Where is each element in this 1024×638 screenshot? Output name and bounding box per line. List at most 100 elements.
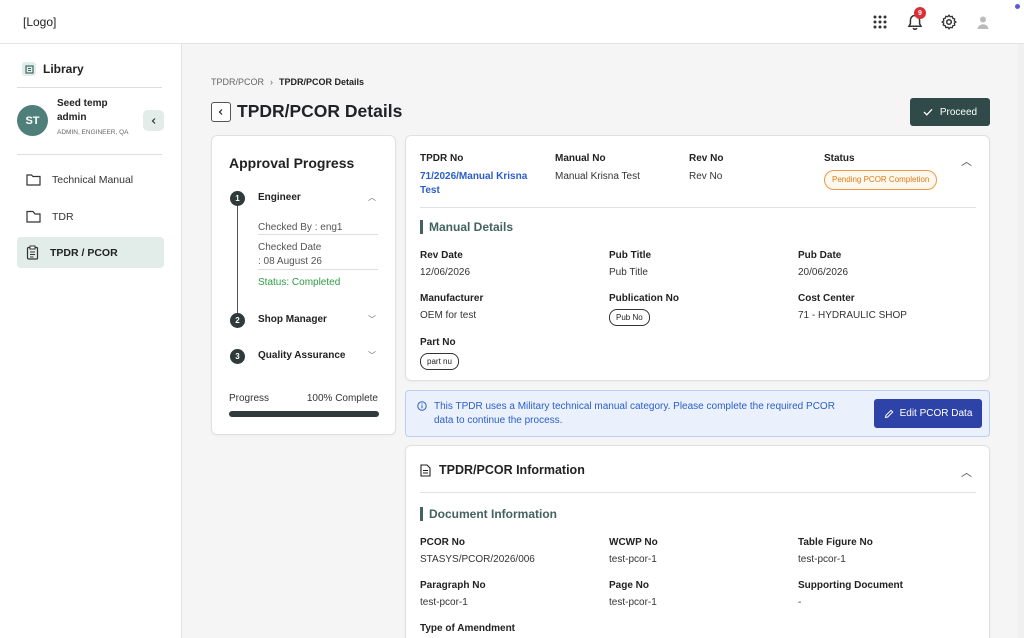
sidebar-item-label: TPDR / PCOR [50,246,118,259]
divider [420,492,976,493]
sidebar-item-tdr[interactable]: TDR [17,201,164,232]
manual-no-value: Manual Krisna Test [555,171,640,182]
field-value: test-pcor-1 [420,597,468,608]
scrollbar[interactable] [1018,44,1024,638]
rev-date-field: Rev Date 12/06/2026 [420,249,470,279]
pcor-information-card: TPDR/PCOR Information ︿ Document Informa… [405,445,990,638]
field-value: test-pcor-1 [609,554,657,565]
step-label-quality-assurance[interactable]: Quality Assurance [258,350,345,361]
divider [258,234,378,235]
manufacturer-field: Manufacturer OEM for test [420,292,483,322]
step-number: 2 [230,313,245,328]
pencil-icon [884,409,894,418]
field-label: Pub Date [798,250,842,261]
avatar[interactable]: ST [17,105,48,136]
breadcrumb-parent[interactable]: TPDR/PCOR [211,77,264,87]
user-name: Seed temp admin [57,98,108,123]
chevron-down-icon[interactable]: ﹀ [368,314,376,325]
field-label: Rev Date [420,250,463,261]
divider [17,154,162,155]
field-label: Pub Title [609,250,652,261]
pcor-info-alert: This TPDR uses a Military technical manu… [405,390,990,437]
field-value: STASYS/PCOR/2026/006 [420,554,535,565]
section-title-text: Document Information [429,507,557,521]
status-badge: Pending PCOR Completion [824,170,938,190]
field-label: WCWP No [609,537,658,548]
rev-no-col: Rev No Rev No [689,152,723,184]
info-message: This TPDR uses a Military technical manu… [434,401,835,426]
document-information-title: Document Information [420,507,557,521]
field-label: Paragraph No [420,580,486,591]
gear-icon[interactable] [938,11,960,33]
library-title: Library [43,62,84,76]
bell-icon[interactable]: 9 [904,7,926,33]
part-no-tag: part nu [420,353,459,370]
collapse-sidebar-button[interactable] [143,110,164,131]
collapse-chevron-up-icon[interactable]: ︿ [961,153,972,169]
proceed-button[interactable]: Proceed [910,98,990,126]
library-header: Library [22,62,84,76]
field-label: Supporting Document [798,580,903,591]
field-value: 71 - HYDRAULIC SHOP [798,310,907,321]
tpdr-no-label: TPDR No [420,153,464,164]
tpdr-no-link[interactable]: 71/2026/Manual Krisna Test [420,170,545,198]
breadcrumb-current: TPDR/PCOR Details [279,77,365,87]
library-icon [22,62,36,76]
section-title-text: Manual Details [429,220,514,234]
step-status: Status: Completed [258,277,341,288]
field-value: test-pcor-1 [798,554,846,565]
step-label-shop-manager[interactable]: Shop Manager [258,314,327,325]
chevron-down-icon[interactable]: ﹀ [368,350,376,361]
chevron-left-icon [151,117,155,124]
breadcrumb: TPDR/PCOR › TPDR/PCOR Details [211,77,364,87]
field-label: Table Figure No [798,537,873,548]
sidebar: Library ST Seed temp admin ADMIN, ENGINE… [0,44,182,638]
collapse-chevron-up-icon[interactable]: ︿ [961,464,972,480]
pcor-no-field: PCOR No STASYS/PCOR/2026/006 [420,536,535,566]
folder-tab-icon [26,210,41,223]
chevron-up-icon[interactable]: ︿ [368,192,376,203]
page-no-field: Page No test-pcor-1 [609,579,657,609]
document-icon [420,463,431,477]
folder-icon [26,174,41,186]
manual-no-col: Manual No Manual Krisna Test [555,152,640,184]
field-label: Type of Amendment [420,623,516,634]
cost-center-field: Cost Center 71 - HYDRAULIC SHOP [798,292,907,322]
status-col: Status Pending PCOR Completion [824,152,938,190]
step-number: 1 [230,191,245,206]
check-icon [923,108,933,116]
sidebar-item-technical-manual[interactable]: Technical Manual [17,164,164,195]
clipboard-icon [26,245,39,260]
paragraph-no-field: Paragraph No test-pcor-1 [420,579,486,609]
field-value: OEM for test [420,310,477,321]
field-label: PCOR No [420,537,465,548]
app-logo[interactable]: [Logo] [23,15,56,29]
edit-pcor-data-button[interactable]: Edit PCOR Data [874,399,982,428]
apps-grid-icon[interactable] [869,11,891,33]
pub-title-field: Pub Title Pub Title [609,249,651,279]
part-no-field: Part No part nu [420,336,459,370]
pub-date-field: Pub Date 20/06/2026 [798,249,848,279]
field-label: Part No [420,337,456,348]
field-label: Publication No [609,293,679,304]
step-label-engineer[interactable]: Engineer [258,192,301,203]
back-button[interactable] [211,102,231,122]
user-icon[interactable] [972,11,994,33]
step-number: 3 [230,349,245,364]
progress-bar [229,411,379,417]
info-icon [417,401,427,411]
sidebar-item-label: Technical Manual [52,173,134,186]
field-value: - [798,597,802,608]
sidebar-item-label: TDR [52,210,74,223]
checked-by: Checked By : eng1 [258,222,343,233]
field-label: Page No [609,580,650,591]
publication-no-tag: Pub No [609,309,650,326]
checked-date-label: Checked Date [258,242,322,253]
sidebar-item-tpdr-pcor[interactable]: TPDR / PCOR [17,237,164,268]
field-value: 20/06/2026 [798,267,849,278]
type-of-amendment-field: Type of Amendment [420,622,515,638]
rev-no-label: Rev No [689,153,724,164]
field-label: Manufacturer [420,293,484,304]
page-title: TPDR/PCOR Details [237,101,403,121]
chevron-left-icon [218,109,223,115]
